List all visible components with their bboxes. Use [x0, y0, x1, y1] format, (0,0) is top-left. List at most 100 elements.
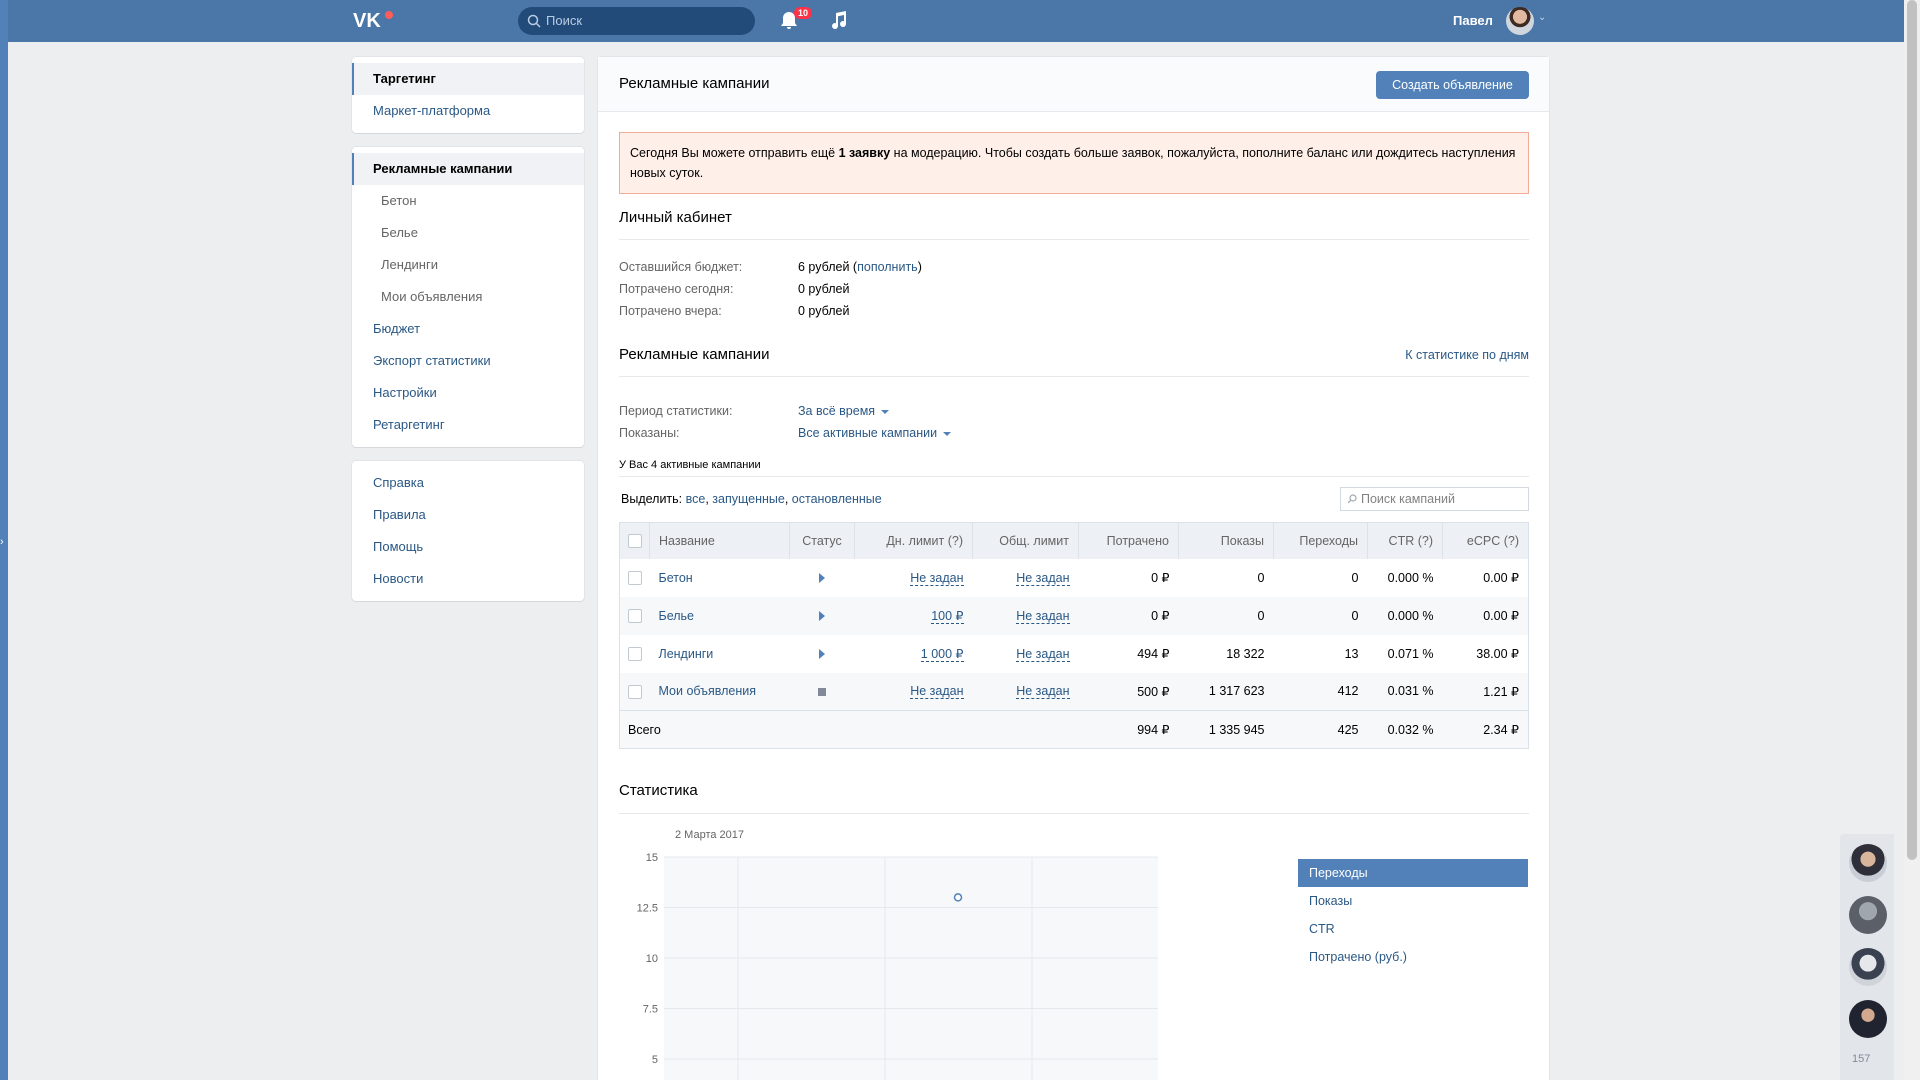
- menu-item-settings[interactable]: Настройки: [352, 377, 584, 409]
- vk-logo-icon[interactable]: VK: [353, 8, 397, 32]
- user-avatar[interactable]: [1506, 7, 1534, 35]
- menu-item-my-ads[interactable]: Мои объявления: [352, 281, 584, 313]
- menu-item-retargeting[interactable]: Ретаргетинг: [352, 409, 584, 441]
- music-icon[interactable]: [828, 9, 850, 31]
- chevron-down-icon[interactable]: ⌄: [1538, 12, 1546, 23]
- row-checkbox[interactable]: [627, 570, 642, 585]
- y-tick-label: 5: [652, 1054, 658, 1066]
- campaign-name-link[interactable]: Белье: [659, 609, 695, 623]
- play-icon[interactable]: [819, 573, 825, 584]
- scrollbar-thumb[interactable]: [1907, 0, 1917, 860]
- friend-avatar[interactable]: [1849, 948, 1887, 986]
- menu-item-rules[interactable]: Правила: [352, 499, 584, 531]
- menu-item-belye[interactable]: Белье: [352, 217, 584, 249]
- status-cell[interactable]: [790, 559, 855, 597]
- col-total-limit[interactable]: Общ. лимит: [972, 522, 1079, 559]
- campaign-search-input[interactable]: Поиск кампаний: [1340, 487, 1529, 511]
- legend-item-spent[interactable]: Потрачено (руб.): [1298, 943, 1528, 971]
- user-name[interactable]: Павел: [1453, 13, 1493, 28]
- play-icon[interactable]: [819, 611, 825, 622]
- day-limit-value[interactable]: 1 000 ₽: [920, 647, 964, 662]
- menu-item-landings[interactable]: Лендинги: [352, 249, 584, 281]
- status-cell[interactable]: [790, 635, 855, 673]
- main-header: Рекламные кампании Создать объявление: [598, 57, 1549, 112]
- select-all-checkbox[interactable]: [627, 534, 642, 549]
- data-point[interactable]: [953, 893, 963, 902]
- menu-item-export[interactable]: Экспорт статистики: [352, 345, 584, 377]
- header-checkbox-cell[interactable]: [619, 522, 650, 559]
- budget-label: Оставшийся бюджет:: [619, 260, 743, 274]
- search-box[interactable]: Поиск: [518, 7, 755, 35]
- campaign-name-link[interactable]: Лендинги: [659, 647, 714, 661]
- budget-value: 6 рублей (пополнить): [798, 260, 922, 274]
- total-limit-value[interactable]: Не задан: [1016, 608, 1070, 624]
- campaigns-table: Название Статус Дн. лимит (?) Общ. лимит…: [619, 522, 1529, 749]
- legend-item-clicks[interactable]: Переходы: [1298, 859, 1528, 887]
- shown-dropdown[interactable]: Все активные кампании: [798, 426, 952, 440]
- campaign-name-link[interactable]: Мои объявления: [659, 684, 757, 698]
- row-checkbox[interactable]: [627, 608, 642, 623]
- menu-item-targeting[interactable]: Таргетинг: [352, 63, 584, 95]
- row-checkbox-cell[interactable]: [620, 635, 650, 673]
- day-limit-value[interactable]: Не задан: [910, 684, 964, 700]
- col-clicks[interactable]: Переходы: [1273, 522, 1368, 559]
- expand-arrow-icon[interactable]: ›: [0, 536, 4, 548]
- col-ctr[interactable]: CTR (?): [1367, 522, 1443, 559]
- col-ecpc[interactable]: eCPC (?): [1442, 522, 1529, 559]
- stop-icon[interactable]: [818, 687, 826, 696]
- day-limit-value[interactable]: Не задан: [910, 570, 964, 586]
- col-name[interactable]: Название: [649, 522, 790, 559]
- row-checkbox-cell[interactable]: [620, 559, 650, 597]
- menu-item-market[interactable]: Маркет-платформа: [352, 95, 584, 127]
- page-title: Рекламные кампании: [619, 75, 770, 92]
- spent-cell: 0 ₽: [1151, 571, 1170, 585]
- statistics-chart[interactable]: 15 12.5 10 7.5 5: [619, 852, 1159, 1080]
- status-cell[interactable]: [789, 672, 855, 711]
- menu-item-budget[interactable]: Бюджет: [352, 313, 584, 345]
- create-ad-button[interactable]: Создать объявление: [1376, 71, 1529, 99]
- ecpc-cell: 0.00 ₽: [1483, 571, 1519, 585]
- col-shows[interactable]: Показы: [1178, 522, 1274, 559]
- menu-item-news[interactable]: Новости: [352, 563, 584, 595]
- total-limit-value[interactable]: Не задан: [1016, 646, 1070, 662]
- total-limit-value[interactable]: Не задан: [1016, 684, 1070, 700]
- col-spent[interactable]: Потрачено: [1078, 522, 1179, 559]
- legend-item-ctr[interactable]: CTR: [1298, 915, 1528, 943]
- row-checkbox[interactable]: [627, 684, 642, 699]
- friend-avatar[interactable]: [1849, 896, 1887, 934]
- stats-by-day-link[interactable]: К статистике по дням: [1405, 348, 1529, 362]
- menu-item-support[interactable]: Помощь: [352, 531, 584, 563]
- total-limit-value[interactable]: Не задан: [1016, 570, 1070, 586]
- ctr-cell: 0.000 %: [1387, 570, 1434, 585]
- menu-item-help[interactable]: Справка: [352, 467, 584, 499]
- menu-item-campaigns[interactable]: Рекламные кампании: [352, 153, 584, 185]
- table-row: Белье 100 ₽ Не задан 0 ₽ 0 0 0.000 % 0.0…: [619, 596, 1529, 635]
- alert-text-bold: 1 заявку: [838, 146, 891, 160]
- active-campaigns-note: У Вас 4 активные кампании: [619, 459, 761, 471]
- campaign-name-link[interactable]: Бетон: [659, 571, 693, 585]
- friend-avatar[interactable]: [1849, 844, 1887, 882]
- play-icon[interactable]: [819, 649, 825, 660]
- select-stopped-link[interactable]: остановленные: [792, 492, 882, 506]
- total-limit-cell: Не задан: [973, 559, 1079, 597]
- select-all-link[interactable]: все: [686, 492, 706, 506]
- col-status[interactable]: Статус: [789, 522, 855, 559]
- y-tick-label: 7.5: [643, 1004, 658, 1016]
- menu-item-beton[interactable]: Бетон: [352, 185, 584, 217]
- row-checkbox-cell[interactable]: [619, 672, 650, 711]
- campaign-search-placeholder: Поиск кампаний: [1361, 492, 1455, 506]
- menu-group-help: Справка Правила Помощь Новости: [352, 461, 584, 601]
- friend-avatar[interactable]: [1849, 1000, 1887, 1038]
- shows-cell: 1 317 623: [1178, 672, 1274, 711]
- row-checkbox-cell[interactable]: [619, 596, 650, 635]
- spent-cell: 0 ₽: [1078, 596, 1179, 635]
- col-day-limit[interactable]: Дн. лимит (?): [854, 522, 973, 559]
- topup-link[interactable]: пополнить: [857, 260, 918, 274]
- row-checkbox[interactable]: [627, 646, 642, 661]
- status-cell[interactable]: [789, 596, 855, 635]
- legend-item-shows[interactable]: Показы: [1298, 887, 1528, 915]
- total-limit-cell: Не задан: [973, 635, 1079, 673]
- day-limit-value[interactable]: 100 ₽: [931, 609, 964, 624]
- select-running-link[interactable]: запущенные: [712, 492, 785, 506]
- period-dropdown[interactable]: За всё время: [798, 404, 890, 418]
